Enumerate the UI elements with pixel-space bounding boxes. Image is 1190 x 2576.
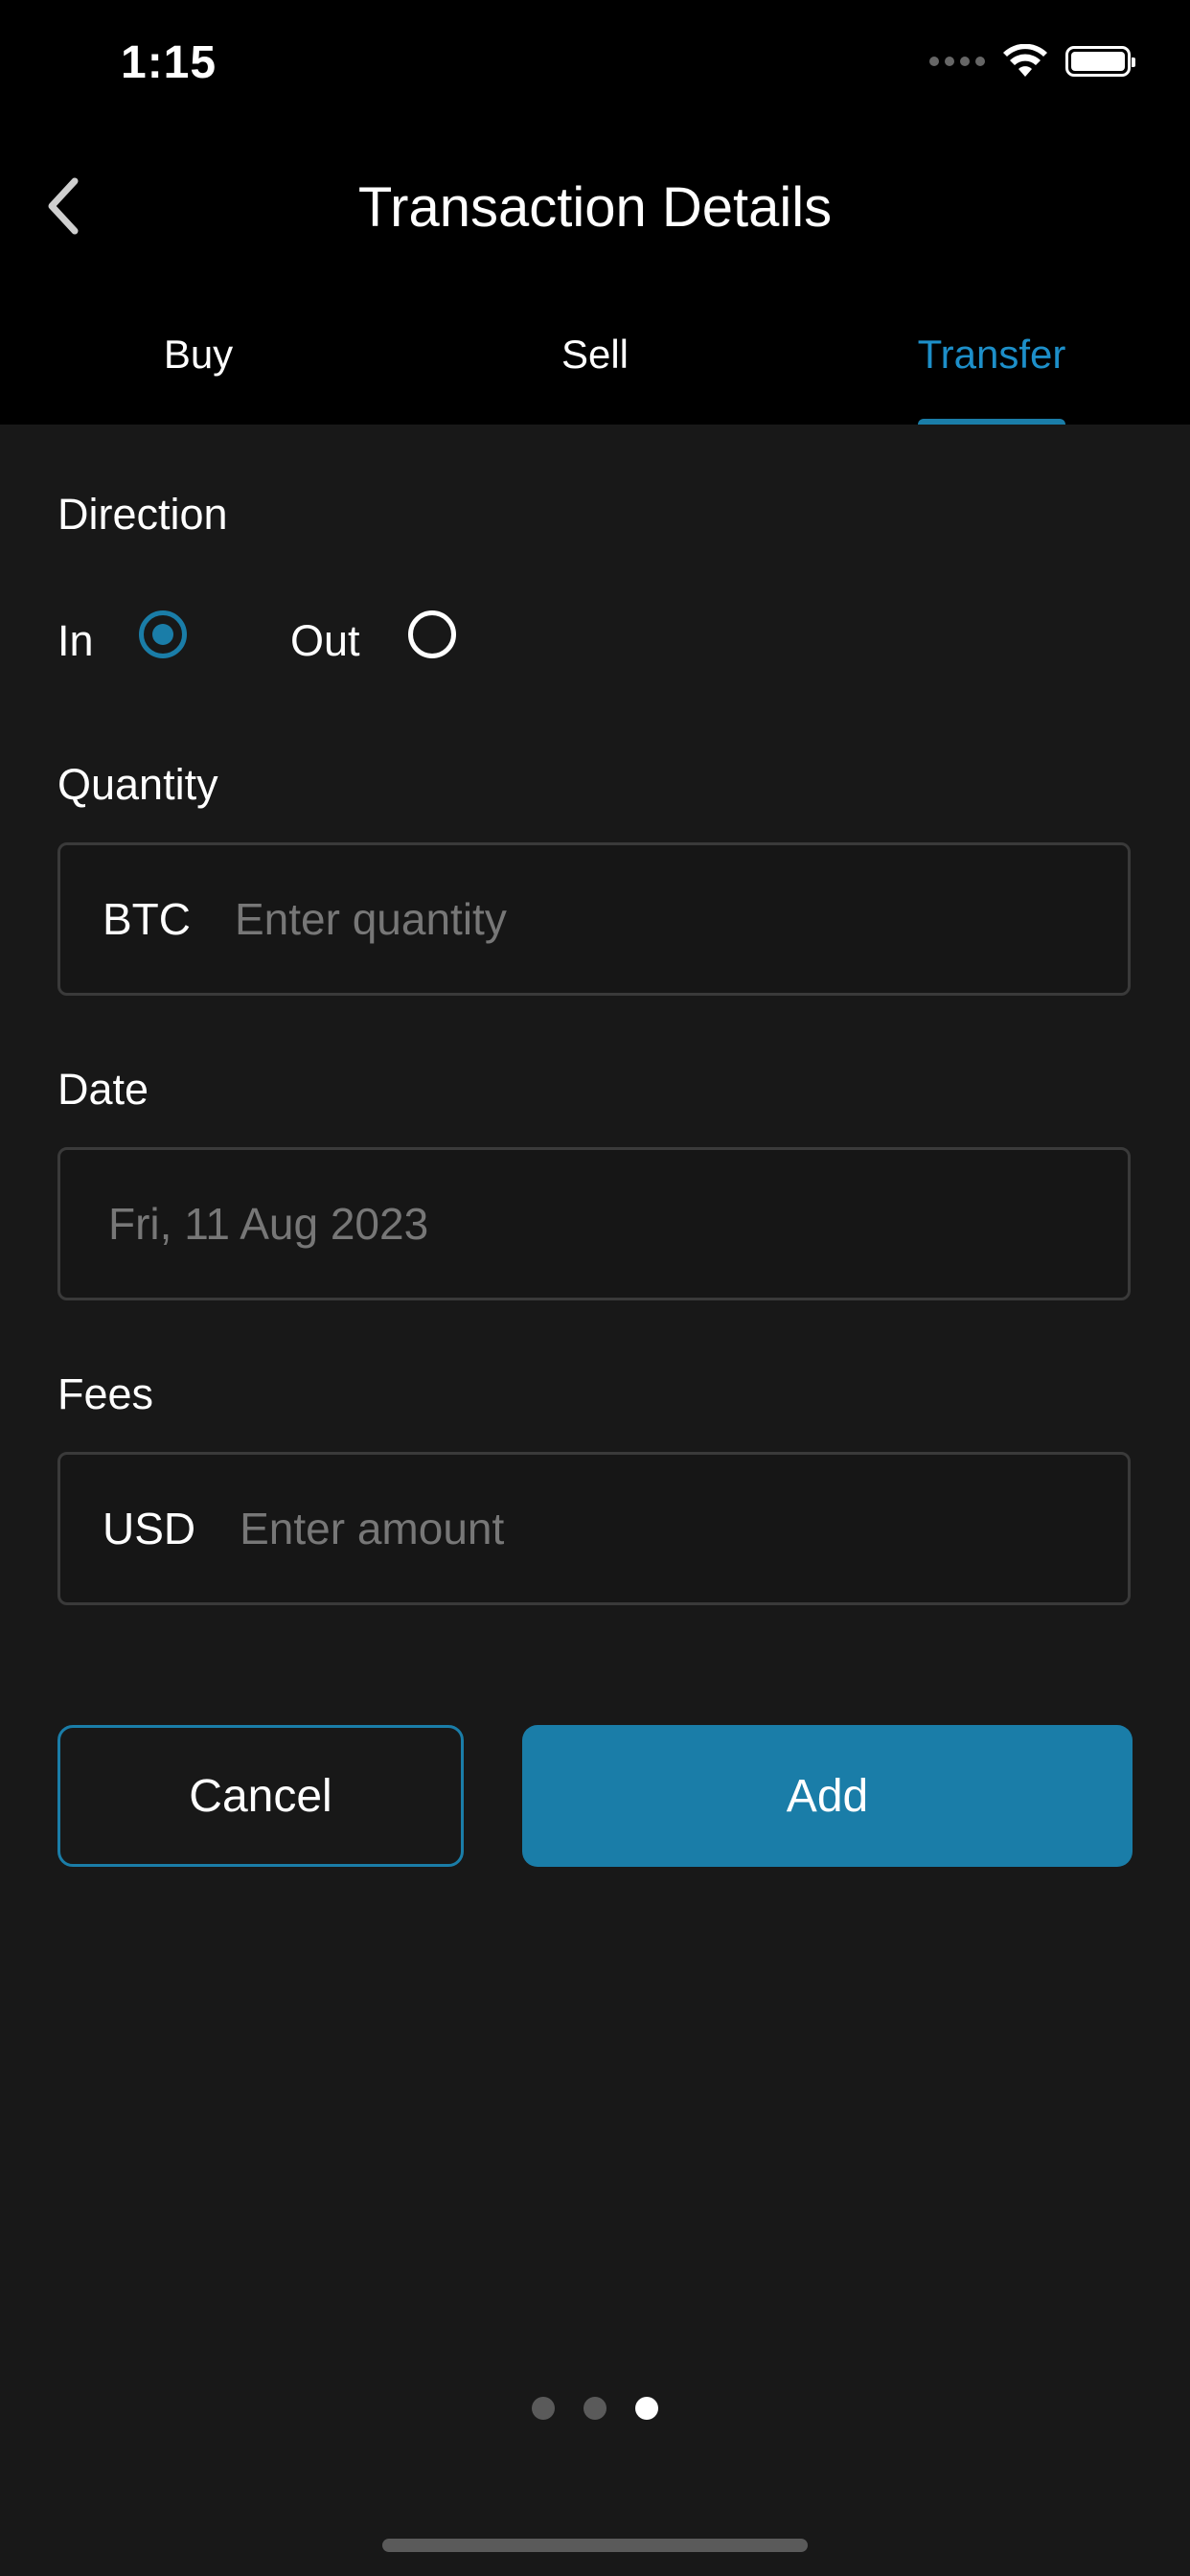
quantity-label: Quantity <box>57 760 218 809</box>
fees-currency: USD <box>103 1504 196 1553</box>
direction-out-label[interactable]: Out <box>290 616 360 666</box>
tab-bar: Buy Sell Transfer <box>0 316 1190 426</box>
date-value: Fri, 11 Aug 2023 <box>108 1199 429 1249</box>
direction-in-label[interactable]: In <box>57 616 94 666</box>
page-indicator <box>0 2397 1190 2420</box>
home-indicator <box>382 2539 808 2552</box>
add-button[interactable]: Add <box>522 1725 1133 1867</box>
direction-label: Direction <box>57 490 228 539</box>
quantity-input[interactable]: BTC Enter quantity <box>57 842 1131 996</box>
status-time: 1:15 <box>121 37 217 88</box>
direction-out-radio[interactable] <box>408 610 456 658</box>
status-icons <box>929 44 1135 79</box>
quantity-currency: BTC <box>103 894 191 944</box>
battery-icon <box>1065 46 1135 77</box>
quantity-placeholder: Enter quantity <box>235 894 507 944</box>
page-title: Transaction Details <box>357 176 833 239</box>
date-label: Date <box>57 1065 149 1114</box>
fees-placeholder: Enter amount <box>240 1504 505 1553</box>
tab-buy[interactable]: Buy <box>0 332 397 378</box>
cancel-button[interactable]: Cancel <box>57 1725 464 1867</box>
signal-dots-icon <box>929 57 985 66</box>
tab-sell[interactable]: Sell <box>397 332 793 378</box>
header: 1:15 Transaction Details Buy Sell Transf… <box>0 0 1190 426</box>
fees-input[interactable]: USD Enter amount <box>57 1452 1131 1605</box>
page-dot <box>532 2397 555 2420</box>
wifi-icon <box>1003 44 1047 77</box>
tab-transfer[interactable]: Transfer <box>793 332 1190 378</box>
date-field[interactable]: Fri, 11 Aug 2023 <box>57 1147 1131 1300</box>
direction-in-radio[interactable] <box>139 610 187 658</box>
fees-label: Fees <box>57 1369 154 1418</box>
page-dot <box>584 2397 606 2420</box>
transaction-form: Direction In Out Quantity BTC Enter quan… <box>0 425 1190 2576</box>
page-dot-active <box>635 2397 658 2420</box>
